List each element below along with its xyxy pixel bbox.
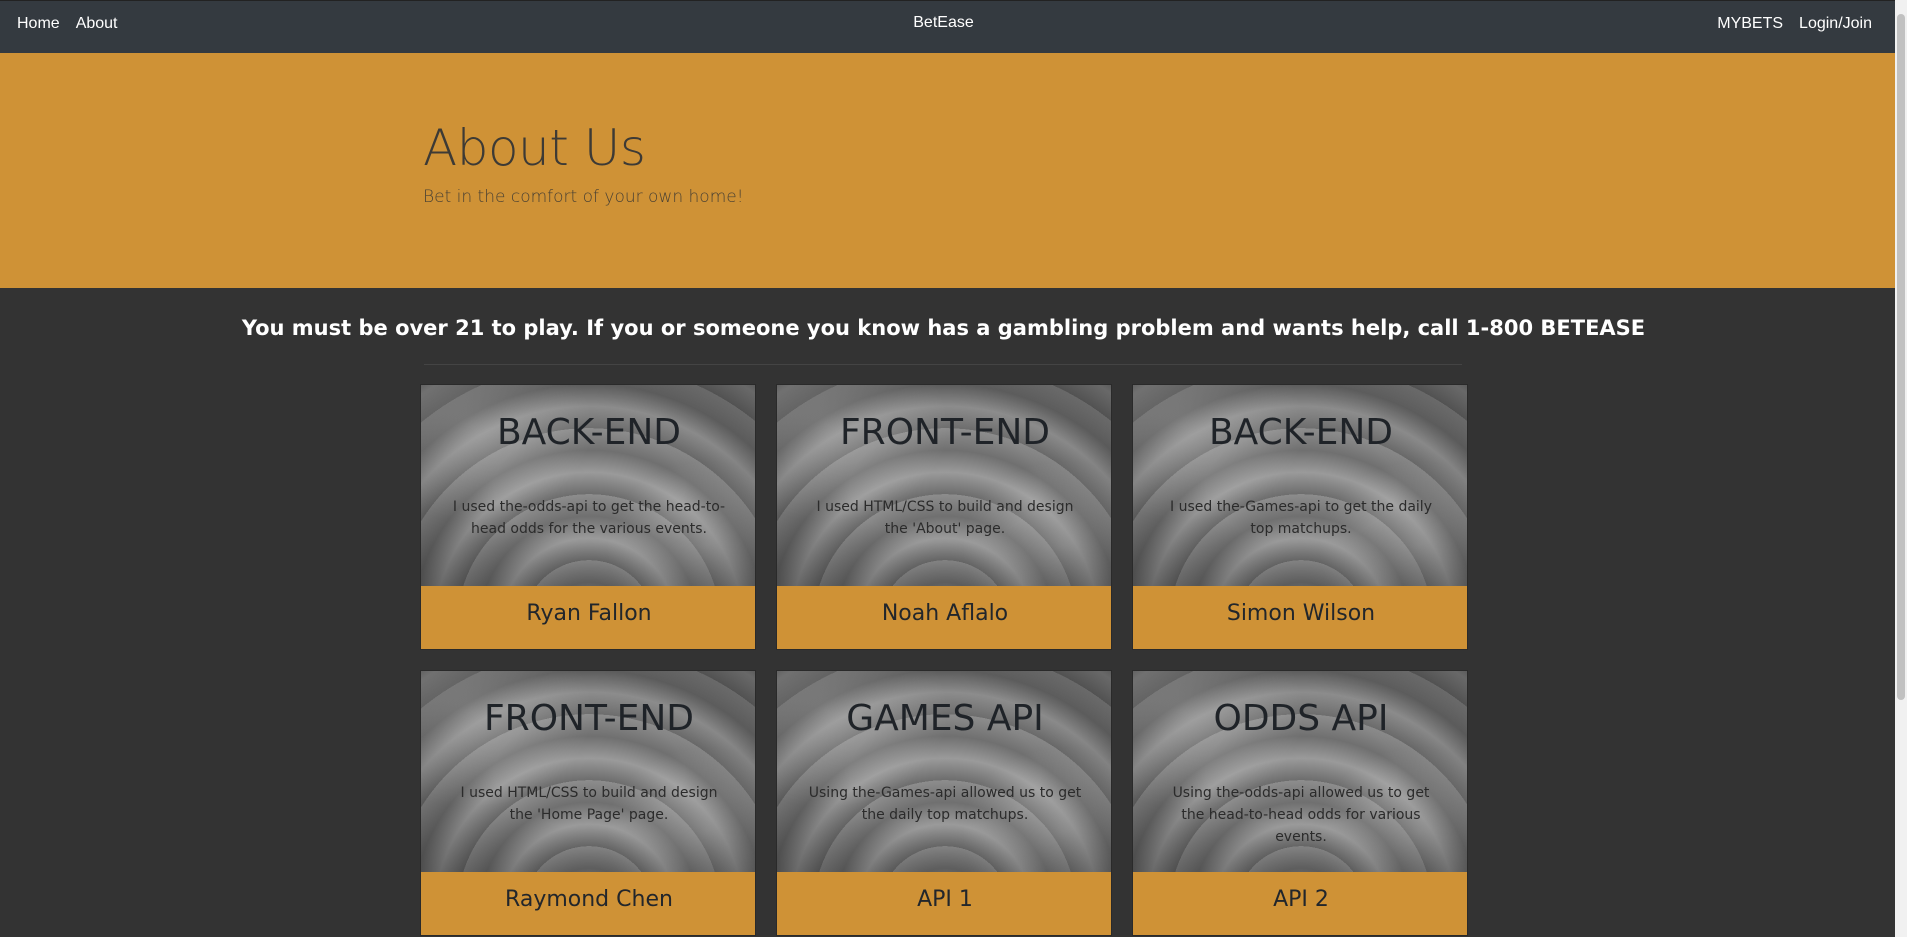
- card-name: API 2: [1273, 887, 1329, 912]
- card-title: BACK-END: [496, 412, 682, 453]
- divider: [424, 364, 1462, 365]
- page-subtitle: Bet in the comfort of your own home!: [423, 187, 744, 207]
- card-text: I used the-Games-api to get the daily to…: [1170, 499, 1432, 537]
- card-title: BACK-END: [1208, 412, 1394, 453]
- nav-login-link[interactable]: Login/Join: [1799, 15, 1872, 33]
- card-title: FRONT-END: [839, 412, 1051, 453]
- card-title: GAMES API: [846, 698, 1044, 739]
- team-card: BACK-END I used the-Games-api to get the…: [1132, 384, 1468, 650]
- card-title: FRONT-END: [483, 698, 695, 739]
- card-name: API 1: [917, 887, 973, 912]
- card-title: ODDS API: [1213, 698, 1389, 739]
- card-footer: API 2: [1133, 872, 1467, 935]
- card-text: Using the-Games-api allowed us to get th…: [808, 785, 1082, 823]
- card-image: BACK-END I used the-odds-api to get the …: [421, 385, 755, 586]
- card-footer: Ryan Fallon: [421, 586, 755, 649]
- card-text: I used the-odds-api to get the head-to-h…: [452, 499, 726, 537]
- team-card: FRONT-END I used HTML/CSS to build and d…: [420, 670, 756, 936]
- card-name: Ryan Fallon: [526, 601, 652, 626]
- brand-title[interactable]: BetEase: [0, 14, 1887, 32]
- age-warning: You must be over 21 to play. If you or s…: [241, 316, 1646, 340]
- page-title: About Us: [423, 119, 646, 177]
- card-footer: Raymond Chen: [421, 872, 755, 935]
- card-text: Using the-odds-api allowed us to get the…: [1172, 785, 1430, 845]
- card-name: Raymond Chen: [505, 887, 673, 912]
- nav-mybets-link[interactable]: MYBETS: [1717, 15, 1783, 33]
- team-card: GAMES API Using the-Games-api allowed us…: [776, 670, 1112, 936]
- team-card: BACK-END I used the-odds-api to get the …: [420, 384, 756, 650]
- navbar: Home About BetEase MYBETS Login/Join: [0, 0, 1895, 53]
- card-name: Simon Wilson: [1226, 601, 1376, 626]
- card-text: I used HTML/CSS to build and design the …: [460, 785, 718, 823]
- card-image: ODDS API Using the-odds-api allowed us t…: [1133, 671, 1467, 872]
- card-footer: Noah Aflalo: [777, 586, 1111, 649]
- card-image: GAMES API Using the-Games-api allowed us…: [777, 671, 1111, 872]
- hero-banner: About Us Bet in the comfort of your own …: [0, 53, 1895, 288]
- scrollbar-thumb[interactable]: [1897, 14, 1905, 700]
- page-scrollbar[interactable]: [1895, 0, 1907, 937]
- team-card: ODDS API Using the-odds-api allowed us t…: [1132, 670, 1468, 936]
- team-card: FRONT-END I used HTML/CSS to build and d…: [776, 384, 1112, 650]
- nav-right: MYBETS Login/Join: [1717, 15, 1872, 33]
- card-footer: API 1: [777, 872, 1111, 935]
- card-footer: Simon Wilson: [1133, 586, 1467, 649]
- card-name: Noah Aflalo: [881, 601, 1009, 626]
- card-image: FRONT-END I used HTML/CSS to build and d…: [777, 385, 1111, 586]
- card-image: FRONT-END I used HTML/CSS to build and d…: [421, 671, 755, 872]
- card-text: I used HTML/CSS to build and design the …: [816, 499, 1074, 537]
- card-image: BACK-END I used the-Games-api to get the…: [1133, 385, 1467, 586]
